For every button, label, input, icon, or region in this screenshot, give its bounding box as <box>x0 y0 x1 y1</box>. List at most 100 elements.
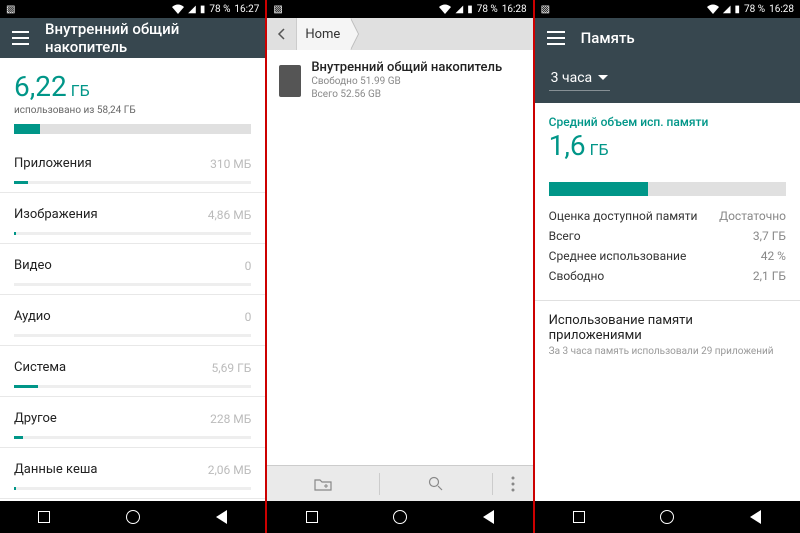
file-panel: ▧ ◢ ▮ 78 % 16:28 Home Внутренний общий н… <box>267 0 532 533</box>
nav-home-button[interactable] <box>113 501 153 533</box>
storage-item-free: Свободно 51.99 GB <box>311 75 520 88</box>
category-value: 4,86 МБ <box>208 208 252 222</box>
category-row[interactable]: Аудио 0 <box>0 295 265 346</box>
memory-apps-row[interactable]: Использование памяти приложениями За 3 ч… <box>535 301 800 369</box>
stat-value: 42 % <box>761 249 786 263</box>
storage-summary: 6,22 ГБ использовано из 58,24 ГБ <box>0 58 265 142</box>
category-bar <box>14 181 251 184</box>
stat-row: Всего 3,7 ГБ <box>549 226 786 246</box>
category-row[interactable]: Данные кеша 2,06 МБ <box>0 448 265 499</box>
new-folder-button[interactable] <box>267 477 379 491</box>
category-bar <box>14 232 251 235</box>
toolbar: Внутренний общий накопитель <box>0 18 265 58</box>
breadcrumb-bar: Home <box>267 18 532 50</box>
memory-apps-sub: За 3 часа память использовали 29 приложе… <box>549 346 786 357</box>
time-range-dropdown[interactable]: 3 часа <box>549 66 611 91</box>
category-label: Данные кеша <box>14 462 97 477</box>
clock-text: 16:28 <box>769 4 794 15</box>
memory-content: Средний объем исп. памяти 1,6 ГБ Оценка … <box>535 103 800 501</box>
signal-icon: ◢ <box>188 4 196 15</box>
breadcrumb-home[interactable]: Home <box>297 18 350 50</box>
stat-row: Среднее использование 42 % <box>549 246 786 266</box>
time-range-label: 3 часа <box>551 70 593 86</box>
stat-label: Оценка доступной памяти <box>549 209 698 223</box>
nav-home-button[interactable] <box>647 501 687 533</box>
avg-label: Средний объем исп. памяти <box>549 115 786 129</box>
category-label: Видео <box>14 258 52 273</box>
menu-icon[interactable] <box>12 31 29 45</box>
used-unit: ГБ <box>71 81 90 100</box>
storage-item[interactable]: Внутренний общий накопитель Свободно 51.… <box>267 50 532 111</box>
memory-panel: ▧ ◢ ▮ 78 % 16:28 Память 3 часа Средний о… <box>535 0 800 533</box>
category-value: 5,69 ГБ <box>212 361 252 375</box>
category-row[interactable]: Приложения310 МБ <box>0 142 265 193</box>
nav-back-button[interactable] <box>736 501 776 533</box>
nav-back-button[interactable] <box>201 501 241 533</box>
time-range-row: 3 часа <box>535 58 800 103</box>
nav-back-button[interactable] <box>468 501 508 533</box>
battery-icon: ▮ <box>735 4 741 15</box>
toolbar: Память <box>535 18 800 58</box>
stat-row: Оценка доступной памяти Достаточно <box>549 206 786 226</box>
file-content: Внутренний общий накопитель Свободно 51.… <box>267 50 532 465</box>
nav-recent-button[interactable] <box>559 501 599 533</box>
notification-icon: ▧ <box>6 4 15 15</box>
battery-text: 78 % <box>209 4 230 15</box>
notification-icon: ▧ <box>273 4 282 15</box>
stat-label: Среднее использование <box>549 249 687 263</box>
wifi-icon <box>707 4 719 14</box>
stat-label: Свободно <box>549 269 605 283</box>
clock-text: 16:27 <box>234 4 259 15</box>
file-toolbar <box>267 465 532 501</box>
status-bar: ▧ ◢ ▮ 78 % 16:27 <box>0 0 265 18</box>
stat-label: Всего <box>549 229 581 243</box>
memory-progress-fill <box>549 182 649 196</box>
wifi-icon <box>439 4 451 14</box>
nav-home-button[interactable] <box>380 501 420 533</box>
status-bar: ▧ ◢ ▮ 78 % 16:28 <box>267 0 532 18</box>
battery-icon: ▮ <box>200 4 206 15</box>
wifi-icon <box>172 4 184 14</box>
storage-panel: ▧ ◢ ▮ 78 % 16:27 Внутренний общий накопи… <box>0 0 265 533</box>
menu-icon[interactable] <box>547 31 565 45</box>
category-label: Приложения <box>14 156 92 171</box>
search-button[interactable] <box>380 476 492 492</box>
page-title: Память <box>581 29 635 47</box>
category-row[interactable]: Изображения 4,86 МБ <box>0 193 265 244</box>
chevron-down-icon <box>598 75 608 81</box>
category-label: Система <box>14 360 66 375</box>
signal-icon: ◢ <box>455 4 463 15</box>
clock-text: 16:28 <box>502 4 527 15</box>
used-subtext: использовано из 58,24 ГБ <box>14 105 251 116</box>
storage-progress <box>14 124 251 134</box>
stat-value: 2,1 ГБ <box>753 269 786 283</box>
category-row[interactable]: Видео 0 <box>0 244 265 295</box>
status-bar: ▧ ◢ ▮ 78 % 16:28 <box>535 0 800 18</box>
nav-recent-button[interactable] <box>292 501 332 533</box>
category-bar <box>14 436 251 439</box>
category-label: Другое <box>14 411 57 426</box>
category-bar <box>14 487 251 490</box>
breadcrumb-back-button[interactable] <box>267 18 297 50</box>
overflow-menu-button[interactable] <box>493 476 533 492</box>
category-row[interactable]: Система 5,69 ГБ <box>0 346 265 397</box>
memory-progress <box>549 182 786 196</box>
category-value: 0 <box>245 310 252 324</box>
storage-item-title: Внутренний общий накопитель <box>311 60 520 75</box>
avg-value: 1,6 <box>549 129 586 162</box>
nav-bar <box>0 501 265 533</box>
storage-item-total: Всего 52.56 GB <box>311 88 520 101</box>
category-value: 0 <box>245 259 252 273</box>
category-label: Аудио <box>14 309 51 324</box>
category-label: Изображения <box>14 207 98 222</box>
category-row[interactable]: Другое228 МБ <box>0 397 265 448</box>
signal-icon: ◢ <box>723 4 731 15</box>
category-bar <box>14 385 251 388</box>
category-value: 2,06 МБ <box>208 463 252 477</box>
stat-value: Достаточно <box>719 209 786 223</box>
stat-value: 3,7 ГБ <box>753 229 786 243</box>
category-bar <box>14 283 251 286</box>
nav-recent-button[interactable] <box>24 501 64 533</box>
memory-stats: Оценка доступной памяти Достаточно Всего 3,… <box>535 196 800 301</box>
used-value: 6,22 <box>14 70 67 103</box>
